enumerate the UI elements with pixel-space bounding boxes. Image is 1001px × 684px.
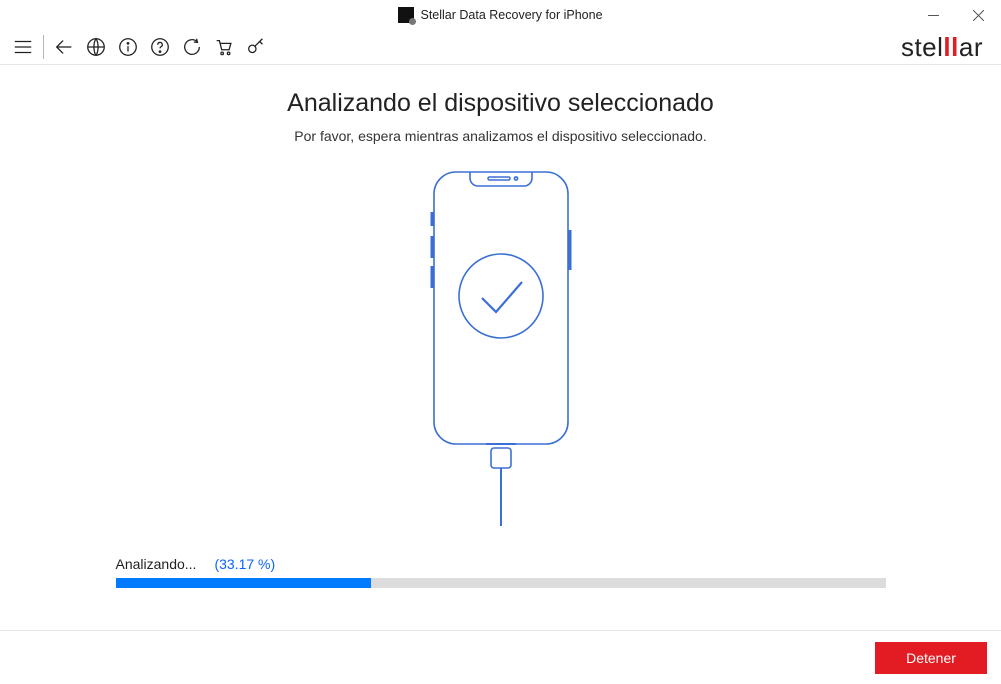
close-button[interactable]: [956, 0, 1001, 30]
refresh-icon[interactable]: [177, 32, 207, 62]
phone-illustration: [416, 166, 586, 526]
globe-icon[interactable]: [81, 32, 111, 62]
progress-section: Analizando... (33.17 %): [116, 556, 886, 588]
toolbar: stelllar: [0, 30, 1001, 64]
help-icon[interactable]: [145, 32, 175, 62]
progress-bar: [116, 578, 886, 588]
titlebar: Stellar Data Recovery for iPhone: [0, 0, 1001, 30]
separator: [43, 35, 44, 59]
footer: Detener: [0, 630, 1001, 684]
minimize-button[interactable]: [911, 0, 956, 30]
page-title: Analizando el dispositivo seleccionado: [287, 89, 714, 118]
stop-button[interactable]: Detener: [875, 642, 987, 674]
key-icon[interactable]: [241, 32, 271, 62]
page-subtitle: Por favor, espera mientras analizamos el…: [294, 128, 706, 144]
window-controls: [911, 0, 1001, 30]
main-content: Analizando el dispositivo seleccionado P…: [0, 64, 1001, 630]
progress-percent-label: (33.17 %): [214, 556, 275, 572]
info-icon[interactable]: [113, 32, 143, 62]
cart-icon[interactable]: [209, 32, 239, 62]
window-title: Stellar Data Recovery for iPhone: [420, 8, 602, 22]
back-arrow-icon[interactable]: [49, 32, 79, 62]
brand-logo: stelllar: [901, 32, 983, 63]
menu-icon[interactable]: [8, 32, 38, 62]
progress-status-label: Analizando...: [116, 556, 197, 572]
app-icon: [398, 7, 414, 23]
progress-fill: [116, 578, 371, 588]
